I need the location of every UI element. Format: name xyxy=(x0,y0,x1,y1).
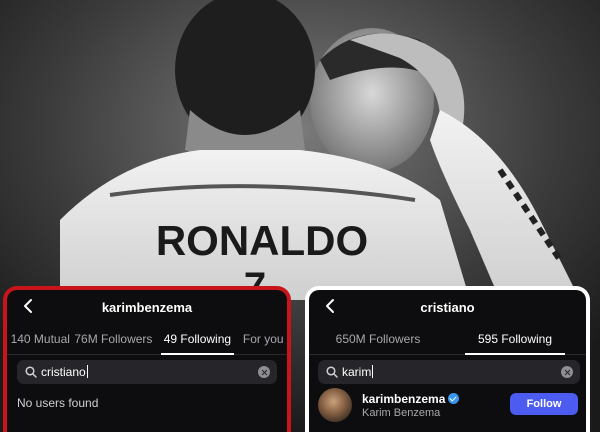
profile-title: karimbenzema xyxy=(101,300,193,315)
search-query-text: karim xyxy=(342,365,372,379)
jersey-name-text: RONALDO xyxy=(156,217,368,264)
result-username: karimbenzema xyxy=(362,392,460,406)
avatar[interactable] xyxy=(318,388,352,422)
tab-followers[interactable]: 650M Followers xyxy=(317,324,439,354)
username-text: karimbenzema xyxy=(362,392,446,406)
search-result-row[interactable]: karimbenzema Karim Benzema Follow xyxy=(318,388,578,424)
search-icon xyxy=(326,366,338,378)
search-input[interactable]: karim xyxy=(318,360,580,384)
left-header: karimbenzema xyxy=(7,290,287,324)
tab-followers[interactable]: 76M Followers xyxy=(74,324,154,354)
tab-for-you[interactable]: For you xyxy=(240,324,288,354)
follow-button[interactable]: Follow xyxy=(510,393,578,415)
search-icon xyxy=(25,366,37,378)
tab-following[interactable]: 49 Following xyxy=(161,324,234,355)
tab-mutual[interactable]: 140 Mutual xyxy=(7,324,74,354)
left-tab-bar: 140 Mutual 76M Followers 49 Following Fo… xyxy=(7,324,287,355)
left-following-panel: karimbenzema 140 Mutual 76M Followers 49… xyxy=(3,286,291,432)
clear-search-icon[interactable] xyxy=(561,366,573,378)
right-header: cristiano xyxy=(309,290,586,324)
verified-badge-icon xyxy=(448,393,460,404)
right-tab-bar: 650M Followers 595 Following xyxy=(309,324,586,355)
empty-results-message: No users found xyxy=(17,396,99,410)
clear-search-icon[interactable] xyxy=(258,366,270,378)
search-query-text: cristiano xyxy=(41,365,86,379)
right-following-panel: cristiano 650M Followers 595 Following k… xyxy=(305,286,590,432)
result-full-name: Karim Benzema xyxy=(362,407,441,419)
tab-following[interactable]: 595 Following xyxy=(465,324,565,355)
search-input[interactable]: cristiano xyxy=(17,360,277,384)
profile-title: cristiano xyxy=(420,300,475,315)
